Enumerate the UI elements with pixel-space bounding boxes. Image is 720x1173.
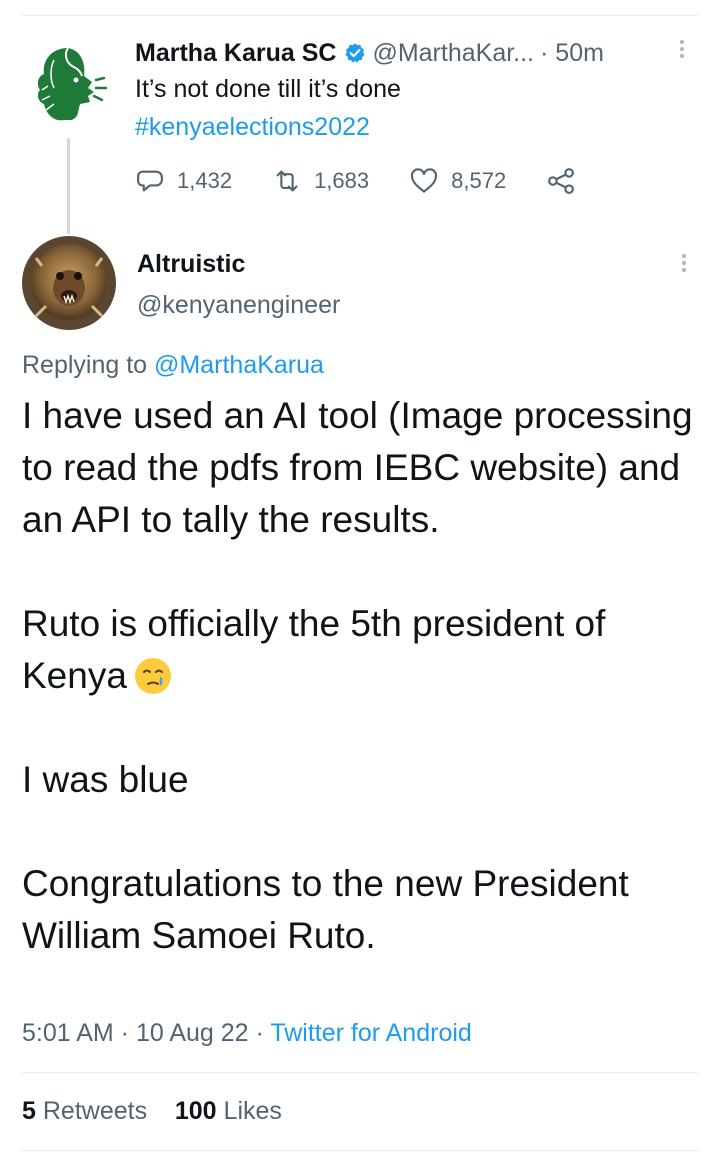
tweet-meta: 5:01 AM · 10 Aug 22 · Twitter for Androi… — [22, 1019, 472, 1048]
divider — [22, 1150, 698, 1151]
engagement-stats: 5 Retweets 100 Likes — [22, 1097, 282, 1126]
thread-connector — [67, 138, 70, 234]
like-button[interactable]: 8,572 — [409, 166, 506, 196]
heart-icon — [411, 168, 438, 193]
reply-icon — [137, 170, 163, 192]
tweet-source-link[interactable]: Twitter for Android — [270, 1019, 471, 1047]
like-count: 8,572 — [451, 168, 507, 193]
parent-time: · 50m — [540, 38, 604, 67]
likes-stat[interactable]: 100 Likes — [175, 1097, 282, 1125]
tweet-paragraph: Ruto is officially the 5th president of … — [22, 598, 702, 702]
retweet-total: 5 — [22, 1097, 36, 1125]
tweet-timestamp[interactable]: 5:01 AM · 10 Aug 22 · — [22, 1019, 264, 1047]
parent-action-bar: 1,432 1,683 8,572 — [135, 163, 588, 199]
share-icon — [548, 168, 575, 194]
main-handle[interactable]: @kenyanengineer — [137, 291, 340, 320]
likes-label: Likes — [223, 1097, 282, 1125]
parent-tweet-text: It’s not done till it’s done — [135, 75, 401, 103]
parent-display-name[interactable]: Martha Karua SC — [135, 39, 336, 68]
reply-button[interactable]: 1,432 — [135, 166, 232, 196]
woman-profile-icon — [37, 47, 108, 121]
main-tweet-text: I have used an AI tool (Image processing… — [22, 390, 702, 962]
replying-handle-link[interactable]: @MarthaKarua — [154, 351, 324, 379]
retweet-count: 1,683 — [314, 168, 370, 193]
share-button[interactable] — [546, 166, 588, 196]
main-display-name[interactable]: Altruistic — [137, 250, 245, 279]
retweets-stat[interactable]: 5 Retweets — [22, 1097, 147, 1125]
parent-more-icon[interactable] — [680, 40, 686, 58]
parent-avatar[interactable] — [24, 40, 112, 128]
verified-badge-icon — [345, 43, 366, 63]
parent-hashtag-link[interactable]: #kenyaelections2022 — [135, 113, 370, 142]
retweet-icon — [276, 170, 298, 192]
retweet-button[interactable]: 1,683 — [272, 166, 369, 196]
parent-header: Martha Karua SC @MarthaKar... · 50m — [135, 36, 698, 70]
tweet-paragraph-text: Ruto is officially the 5th president of … — [22, 603, 606, 696]
crying-face-emoji-icon — [134, 658, 171, 694]
reply-count: 1,432 — [177, 168, 233, 193]
tweet-paragraph: I was blue — [22, 759, 189, 800]
replying-to: Replying to @MarthaKarua — [22, 351, 324, 380]
main-more-icon[interactable] — [682, 254, 688, 272]
parent-handle[interactable]: @MarthaKar... — [372, 39, 534, 68]
top-divider — [22, 15, 698, 16]
tweet-paragraph: I have used an AI tool (Image processing… — [22, 395, 693, 540]
divider — [22, 1072, 698, 1073]
retweets-label: Retweets — [42, 1097, 148, 1125]
tweet-paragraph: Congratulations to the new President Wil… — [22, 863, 629, 956]
main-avatar[interactable] — [22, 236, 116, 330]
replying-label: Replying to — [22, 351, 148, 379]
like-total: 100 — [174, 1097, 217, 1125]
monkey-face-icon — [22, 236, 116, 330]
